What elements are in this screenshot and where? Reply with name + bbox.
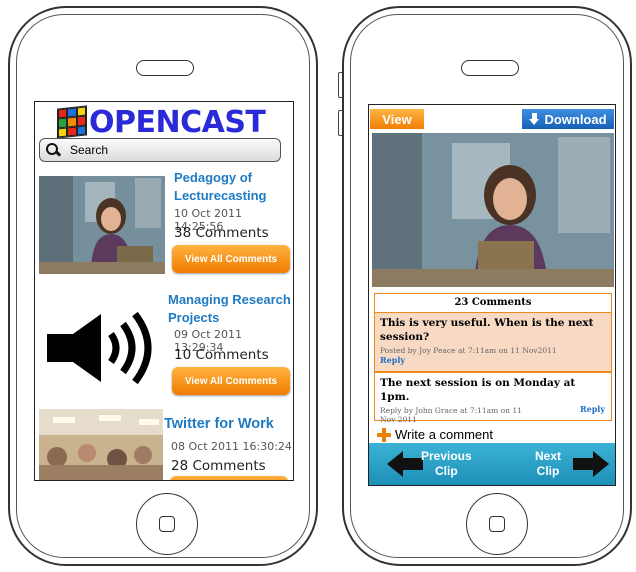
lecture-thumbnail-3[interactable] <box>39 409 163 480</box>
search-icon <box>46 143 60 157</box>
previous-clip-button[interactable]: Previous Clip <box>421 449 472 479</box>
item-2-comments-count: 10 Comments <box>174 347 269 363</box>
comment-1-text: This is very useful. When is the next se… <box>380 317 594 343</box>
view-all-comments-button-2[interactable]: View All Comments <box>172 367 290 395</box>
comment-2-reply-link[interactable]: Reply <box>580 404 605 414</box>
view-all-comments-button-3[interactable] <box>170 476 288 480</box>
write-comment-label: Write a comment <box>395 427 494 442</box>
left-screen: OPENCAST Search Pedagogy of Lecturecastin… <box>34 101 294 481</box>
item-2-title[interactable]: Managing Research Projects <box>168 291 291 327</box>
search-bar[interactable]: Search <box>39 138 281 162</box>
comment-2: The next session is on Monday at 1pm. Re… <box>375 373 611 424</box>
opencast-logo: OPENCAST <box>57 104 266 140</box>
right-home-button[interactable] <box>466 493 528 555</box>
video-player[interactable] <box>372 133 614 287</box>
logo-text: OPENCAST <box>89 104 266 140</box>
comments-header: 23 Comments <box>375 294 611 313</box>
comment-1-meta: Posted by Joy Peace at 7:11am on 11 Nov2… <box>380 346 557 355</box>
next-arrow-icon[interactable] <box>573 451 609 477</box>
previous-arrow-icon[interactable] <box>387 451 423 477</box>
view-all-comments-button-1[interactable]: View All Comments <box>172 245 290 273</box>
speaker-audio-icon[interactable] <box>43 310 161 386</box>
item-3-date: 08 Oct 2011 16:30:24 <box>171 440 292 453</box>
comments-panel: 23 Comments This is very useful. When is… <box>374 293 612 424</box>
download-button[interactable]: Download <box>522 109 614 129</box>
right-screen: View Download 23 Comments This is very u… <box>368 104 616 486</box>
comment-2-text: The next session is on Monday at 1pm. <box>380 377 576 403</box>
rubik-cube-icon <box>57 105 87 139</box>
item-3-title[interactable]: Twitter for Work <box>164 415 274 433</box>
download-label: Download <box>544 111 607 127</box>
comment-1-reply-link[interactable]: Reply <box>380 355 606 365</box>
item-1-title[interactable]: Pedagogy of Lecturecasting <box>174 169 266 205</box>
view-button[interactable]: View <box>370 109 424 129</box>
right-speaker <box>461 60 519 76</box>
download-arrow-icon <box>529 113 540 125</box>
search-label: Search <box>70 143 109 157</box>
clip-navigation-bar: Previous Clip Next Clip <box>369 443 615 485</box>
comment-1: This is very useful. When is the next se… <box>375 313 611 373</box>
lecture-thumbnail-1[interactable] <box>39 176 165 274</box>
next-clip-button[interactable]: Next Clip <box>535 449 561 479</box>
write-comment-link[interactable]: Write a comment <box>377 427 493 442</box>
item-3-comments-count: 28 Comments <box>171 458 266 474</box>
left-home-button[interactable] <box>136 493 198 555</box>
item-1-comments-count: 38 Comments <box>174 225 269 241</box>
comment-2-meta: Reply by John Grace at 7:11am on 11 Nov … <box>380 406 522 424</box>
plus-icon <box>377 427 391 442</box>
left-speaker <box>136 60 194 76</box>
